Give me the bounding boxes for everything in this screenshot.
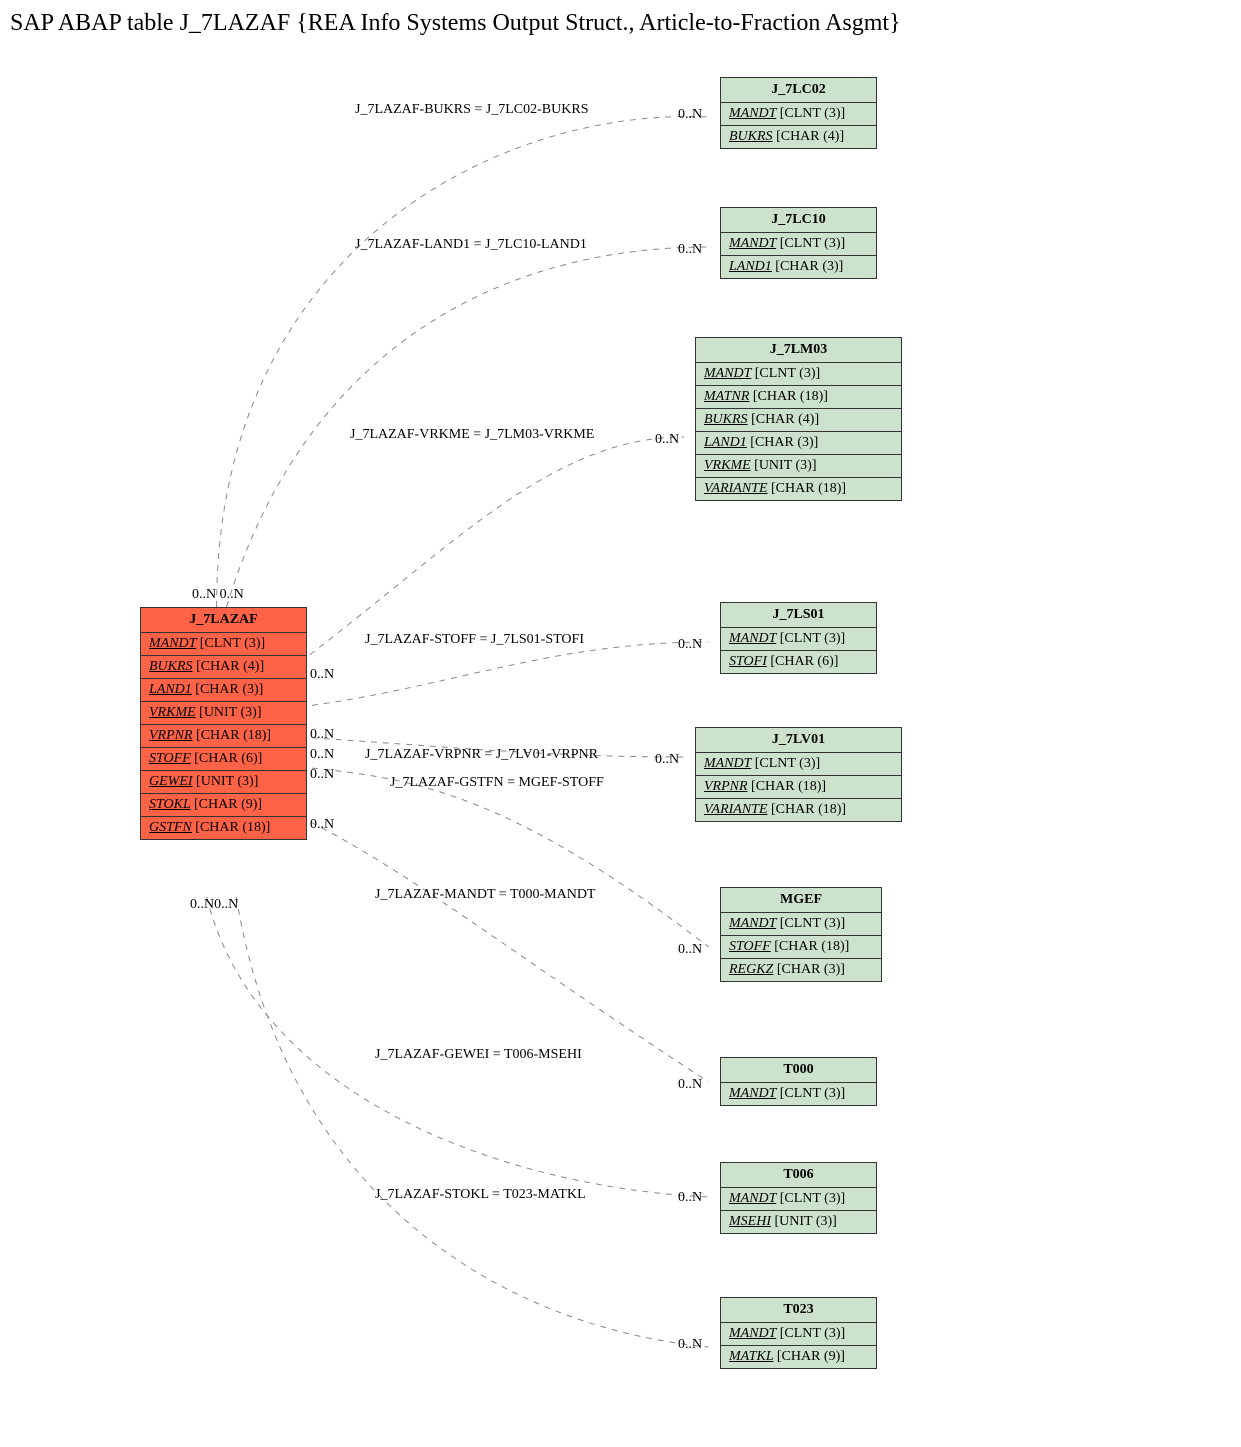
field-row: REGKZ [CHAR (3)] [721, 959, 881, 981]
join-label: J_7LAZAF-BUKRS = J_7LC02-BUKRS [355, 102, 588, 118]
field-row: BUKRS [CHAR (4)] [721, 126, 876, 148]
entity-j7lv01: J_7LV01 MANDT [CLNT (3)] VRPNR [CHAR (18… [695, 727, 902, 822]
cardinality-label: 0..N [678, 1337, 702, 1353]
entity-mgef: MGEF MANDT [CLNT (3)] STOFF [CHAR (18)] … [720, 887, 882, 982]
entity-header: MGEF [721, 888, 881, 913]
cardinality-label: 0..N0..N [190, 897, 238, 913]
field-row: VRKME [UNIT (3)] [696, 455, 901, 478]
field-row: GSTFN [CHAR (18)] [141, 817, 306, 839]
entity-j7lc10: J_7LC10 MANDT [CLNT (3)] LAND1 [CHAR (3)… [720, 207, 877, 279]
join-label: J_7LAZAF-STOFF = J_7LS01-STOFI [365, 632, 584, 648]
cardinality-label: 0..N 0..N [192, 587, 244, 603]
field-row: STOFI [CHAR (6)] [721, 651, 876, 673]
entity-header: J_7LC10 [721, 208, 876, 233]
cardinality-label: 0..N [310, 767, 334, 783]
field-row: MANDT [CLNT (3)] [696, 753, 901, 776]
field-row: VRPNR [CHAR (18)] [141, 725, 306, 748]
field-row: MSEHI [UNIT (3)] [721, 1211, 876, 1233]
join-label: J_7LAZAF-VRKME = J_7LM03-VRKME [350, 427, 594, 443]
field-row: LAND1 [CHAR (3)] [696, 432, 901, 455]
cardinality-label: 0..N [678, 107, 702, 123]
field-row: MANDT [CLNT (3)] [721, 1083, 876, 1105]
field-row: MANDT [CLNT (3)] [696, 363, 901, 386]
entity-j7lc02: J_7LC02 MANDT [CLNT (3)] BUKRS [CHAR (4)… [720, 77, 877, 149]
cardinality-label: 0..N [310, 727, 334, 743]
entity-t023: T023 MANDT [CLNT (3)] MATKL [CHAR (9)] [720, 1297, 877, 1369]
entity-header: T000 [721, 1058, 876, 1083]
field-row: MANDT [CLNT (3)] [721, 1323, 876, 1346]
join-label: J_7LAZAF-LAND1 = J_7LC10-LAND1 [355, 237, 587, 253]
field-row: BUKRS [CHAR (4)] [141, 656, 306, 679]
cardinality-label: 0..N [678, 942, 702, 958]
entity-t000: T000 MANDT [CLNT (3)] [720, 1057, 877, 1106]
entity-header: J_7LV01 [696, 728, 901, 753]
cardinality-label: 0..N [678, 1077, 702, 1093]
field-row: MANDT [CLNT (3)] [141, 633, 306, 656]
entity-header: T023 [721, 1298, 876, 1323]
cardinality-label: 0..N [310, 667, 334, 683]
field-row: STOKL [CHAR (9)] [141, 794, 306, 817]
field-row: MATKL [CHAR (9)] [721, 1346, 876, 1368]
er-diagram: J_7LAZAF MANDT [CLNT (3)] BUKRS [CHAR (4… [10, 47, 1231, 1447]
field-row: VARIANTE [CHAR (18)] [696, 799, 901, 821]
join-label: J_7LAZAF-VRPNR = J_7LV01-VRPNR [365, 747, 598, 763]
cardinality-label: 0..N [678, 1190, 702, 1206]
join-label: J_7LAZAF-MANDT = T000-MANDT [375, 887, 596, 903]
field-row: GEWEI [UNIT (3)] [141, 771, 306, 794]
cardinality-label: 0..N [678, 242, 702, 258]
cardinality-label: 0..N [655, 752, 679, 768]
field-row: MANDT [CLNT (3)] [721, 913, 881, 936]
entity-header: J_7LAZAF [141, 608, 306, 633]
field-row: STOFF [CHAR (6)] [141, 748, 306, 771]
entity-header: T006 [721, 1163, 876, 1188]
entity-j7ls01: J_7LS01 MANDT [CLNT (3)] STOFI [CHAR (6)… [720, 602, 877, 674]
cardinality-label: 0..N [655, 432, 679, 448]
page-title: SAP ABAP table J_7LAZAF {REA Info System… [10, 10, 1231, 37]
field-row: BUKRS [CHAR (4)] [696, 409, 901, 432]
cardinality-label: 0..N [678, 637, 702, 653]
field-row: MANDT [CLNT (3)] [721, 1188, 876, 1211]
entity-header: J_7LM03 [696, 338, 901, 363]
entity-header: J_7LS01 [721, 603, 876, 628]
join-label: J_7LAZAF-GEWEI = T006-MSEHI [375, 1047, 582, 1063]
field-row: LAND1 [CHAR (3)] [721, 256, 876, 278]
cardinality-label: 0..N [310, 817, 334, 833]
entity-j7lazaf: J_7LAZAF MANDT [CLNT (3)] BUKRS [CHAR (4… [140, 607, 307, 840]
cardinality-label: 0..N [310, 747, 334, 763]
field-row: LAND1 [CHAR (3)] [141, 679, 306, 702]
field-row: VARIANTE [CHAR (18)] [696, 478, 901, 500]
field-row: VRPNR [CHAR (18)] [696, 776, 901, 799]
field-row: VRKME [UNIT (3)] [141, 702, 306, 725]
entity-header: J_7LC02 [721, 78, 876, 103]
field-row: MANDT [CLNT (3)] [721, 628, 876, 651]
entity-t006: T006 MANDT [CLNT (3)] MSEHI [UNIT (3)] [720, 1162, 877, 1234]
field-row: MATNR [CHAR (18)] [696, 386, 901, 409]
join-label: J_7LAZAF-STOKL = T023-MATKL [375, 1187, 586, 1203]
field-row: STOFF [CHAR (18)] [721, 936, 881, 959]
entity-j7lm03: J_7LM03 MANDT [CLNT (3)] MATNR [CHAR (18… [695, 337, 902, 501]
field-row: MANDT [CLNT (3)] [721, 233, 876, 256]
field-row: MANDT [CLNT (3)] [721, 103, 876, 126]
join-label: J_7LAZAF-GSTFN = MGEF-STOFF [390, 775, 604, 791]
